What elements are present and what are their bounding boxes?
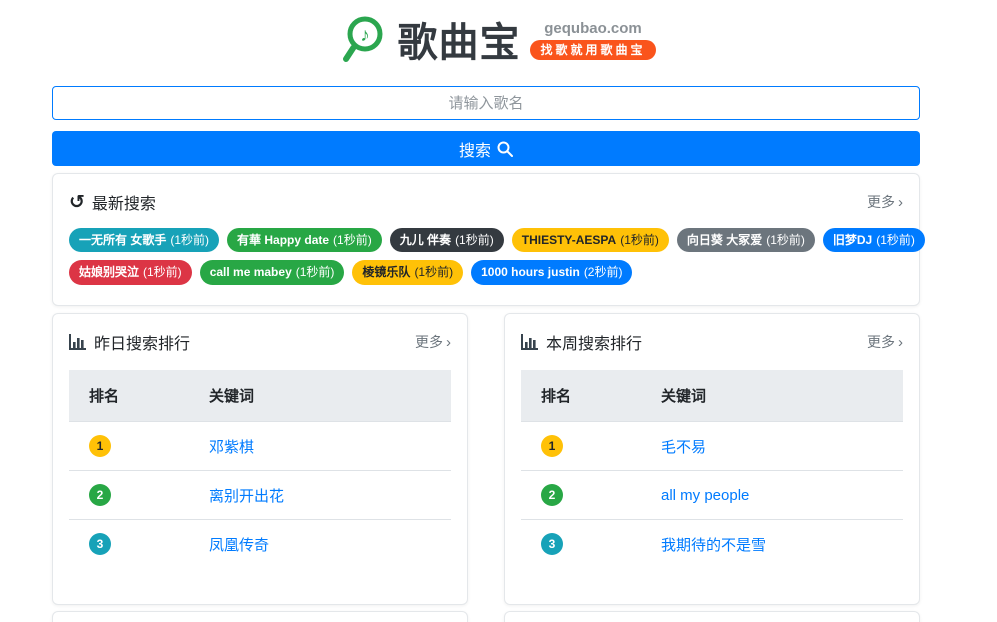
tag-label: 旧梦DJ — [833, 233, 872, 247]
latest-search-title: 最新搜索 — [92, 190, 156, 214]
tag-label: 姑娘别哭泣 — [79, 265, 139, 279]
table-row: 2 离别开出花 — [69, 471, 451, 520]
ranking-more-link[interactable]: 更多 › — [867, 332, 903, 352]
table-row: 1 邓紫棋 — [69, 422, 451, 471]
tag-label: 有華 Happy date — [237, 233, 329, 247]
search-icon — [497, 141, 513, 157]
tag-time: (1秒前) — [333, 233, 372, 247]
rank-badge: 2 — [541, 484, 563, 506]
keyword-link[interactable]: 离别开出花 — [209, 488, 284, 505]
tag-label: 棱镜乐队 — [362, 265, 410, 279]
history-icon: ↺ — [69, 193, 85, 212]
brand-header: ♪ 歌曲宝 gequbao.com 找歌就用歌曲宝 — [0, 8, 997, 70]
tag-label: 1000 hours justin — [481, 265, 580, 279]
search-tag[interactable]: 九儿 伴奏 (1秒前) — [390, 228, 504, 252]
search-tag[interactable]: 旧梦DJ (1秒前) — [823, 228, 925, 252]
page: ♪ 歌曲宝 gequbao.com 找歌就用歌曲宝 搜索 ↺ 最新搜索 更多 ›… — [0, 0, 997, 622]
chevron-right-icon: › — [898, 335, 903, 350]
column-header-keyword: 关键词 — [189, 370, 451, 422]
rank-badge: 1 — [89, 435, 111, 457]
keyword-link[interactable]: 凤凰传奇 — [209, 537, 269, 554]
search-button[interactable]: 搜索 — [52, 131, 920, 166]
search-tag[interactable]: call me mabey (1秒前) — [200, 260, 345, 284]
ranking-title: 昨日搜索排行 — [94, 330, 190, 354]
search-tag[interactable]: 一无所有 女歌手 (1秒前) — [69, 228, 219, 252]
ranking-panel-week: 本周搜索排行 更多 › 排名 关键词 1 毛不易 2 all my people 3 我期… — [504, 313, 920, 605]
ranking-rows: 1 邓紫棋 2 离别开出花 3 凤凰传奇 — [69, 422, 451, 569]
search-tag[interactable]: 向日葵 大冢爱 (1秒前) — [677, 228, 815, 252]
chevron-right-icon: › — [898, 195, 903, 210]
more-label: 更多 — [867, 192, 895, 212]
tag-time: (2秒前) — [584, 265, 623, 279]
tag-time: (1秒前) — [296, 265, 335, 279]
ranking-table: 排名 关键词 1 邓紫棋 2 离别开出花 3 凤凰传奇 — [69, 370, 451, 568]
chevron-right-icon: › — [446, 335, 451, 350]
tag-label: call me mabey — [210, 265, 292, 279]
tag-row: 姑娘别哭泣 (1秒前) call me mabey (1秒前) 棱镜乐队 (1秒前) 100… — [69, 260, 903, 284]
tag-time: (1秒前) — [414, 265, 453, 279]
table-row: 3 我期待的不是雪 — [521, 520, 903, 569]
site-title: 歌曲宝 — [397, 10, 520, 68]
tag-time: (1秒前) — [766, 233, 805, 247]
ranking-header: 昨日搜索排行 更多 › — [69, 330, 451, 354]
tag-time: (1秒前) — [620, 233, 659, 247]
ranking-more-link[interactable]: 更多 › — [415, 332, 451, 352]
tag-time: (1秒前) — [170, 233, 209, 247]
ranking-title: 本周搜索排行 — [546, 330, 642, 354]
card-stub — [504, 611, 920, 622]
rank-badge: 3 — [541, 533, 563, 555]
latest-search-panel: ↺ 最新搜索 更多 › 一无所有 女歌手 (1秒前) 有華 Happy date (1… — [52, 173, 920, 306]
search-input[interactable] — [52, 86, 920, 120]
search-tag[interactable]: THIESTY-AESPA (1秒前) — [512, 228, 669, 252]
rank-badge: 1 — [541, 435, 563, 457]
table-row: 2 all my people — [521, 471, 903, 520]
table-row: 1 毛不易 — [521, 422, 903, 471]
more-label: 更多 — [867, 332, 895, 352]
keyword-link[interactable]: 我期待的不是雪 — [661, 537, 766, 554]
bar-chart-icon — [521, 334, 539, 350]
svg-text:♪: ♪ — [361, 25, 371, 46]
ranking-table: 排名 关键词 1 毛不易 2 all my people 3 我期待的不是雪 — [521, 370, 903, 568]
search-tag[interactable]: 1000 hours justin (2秒前) — [471, 260, 632, 284]
site-domain: gequbao.com — [544, 20, 642, 37]
site-slogan-badge: 找歌就用歌曲宝 — [530, 40, 655, 60]
latest-search-header: ↺ 最新搜索 更多 › — [69, 190, 903, 214]
latest-tags: 一无所有 女歌手 (1秒前) 有華 Happy date (1秒前) 九儿 伴奏 (1秒前… — [69, 228, 903, 285]
column-header-rank: 排名 — [69, 370, 189, 422]
tag-time: (1秒前) — [143, 265, 182, 279]
tag-time: (1秒前) — [455, 233, 494, 247]
tag-label: 九儿 伴奏 — [400, 233, 451, 247]
ranking-rows: 1 毛不易 2 all my people 3 我期待的不是雪 — [521, 422, 903, 569]
keyword-link[interactable]: 邓紫棋 — [209, 439, 254, 456]
column-header-rank: 排名 — [521, 370, 641, 422]
rank-badge: 3 — [89, 533, 111, 555]
table-row: 3 凤凰传奇 — [69, 520, 451, 569]
bar-chart-icon — [69, 334, 87, 350]
ranking-panel-yesterday: 昨日搜索排行 更多 › 排名 关键词 1 邓紫棋 2 离别开出花 3 凤凰传奇 — [52, 313, 468, 605]
keyword-link[interactable]: 毛不易 — [661, 439, 706, 456]
magnifier-music-note-icon: ♪ — [341, 14, 387, 64]
search-tag[interactable]: 有華 Happy date (1秒前) — [227, 228, 382, 252]
keyword-link[interactable]: all my people — [661, 487, 749, 504]
tag-label: THIESTY-AESPA — [522, 233, 616, 247]
tag-row: 一无所有 女歌手 (1秒前) 有華 Happy date (1秒前) 九儿 伴奏 (1秒前… — [69, 228, 903, 252]
tag-label: 一无所有 女歌手 — [79, 233, 166, 247]
search-tag[interactable]: 姑娘别哭泣 (1秒前) — [69, 260, 192, 284]
tag-label: 向日葵 大冢爱 — [687, 233, 762, 247]
ranking-header: 本周搜索排行 更多 › — [521, 330, 903, 354]
card-stub — [52, 611, 468, 622]
more-label: 更多 — [415, 332, 443, 352]
column-header-keyword: 关键词 — [641, 370, 903, 422]
tag-time: (1秒前) — [876, 233, 915, 247]
search-tag[interactable]: 棱镜乐队 (1秒前) — [352, 260, 463, 284]
search-button-label: 搜索 — [459, 137, 491, 161]
brand-side: gequbao.com 找歌就用歌曲宝 — [530, 20, 655, 60]
rank-badge: 2 — [89, 484, 111, 506]
latest-more-link[interactable]: 更多 › — [867, 192, 903, 212]
